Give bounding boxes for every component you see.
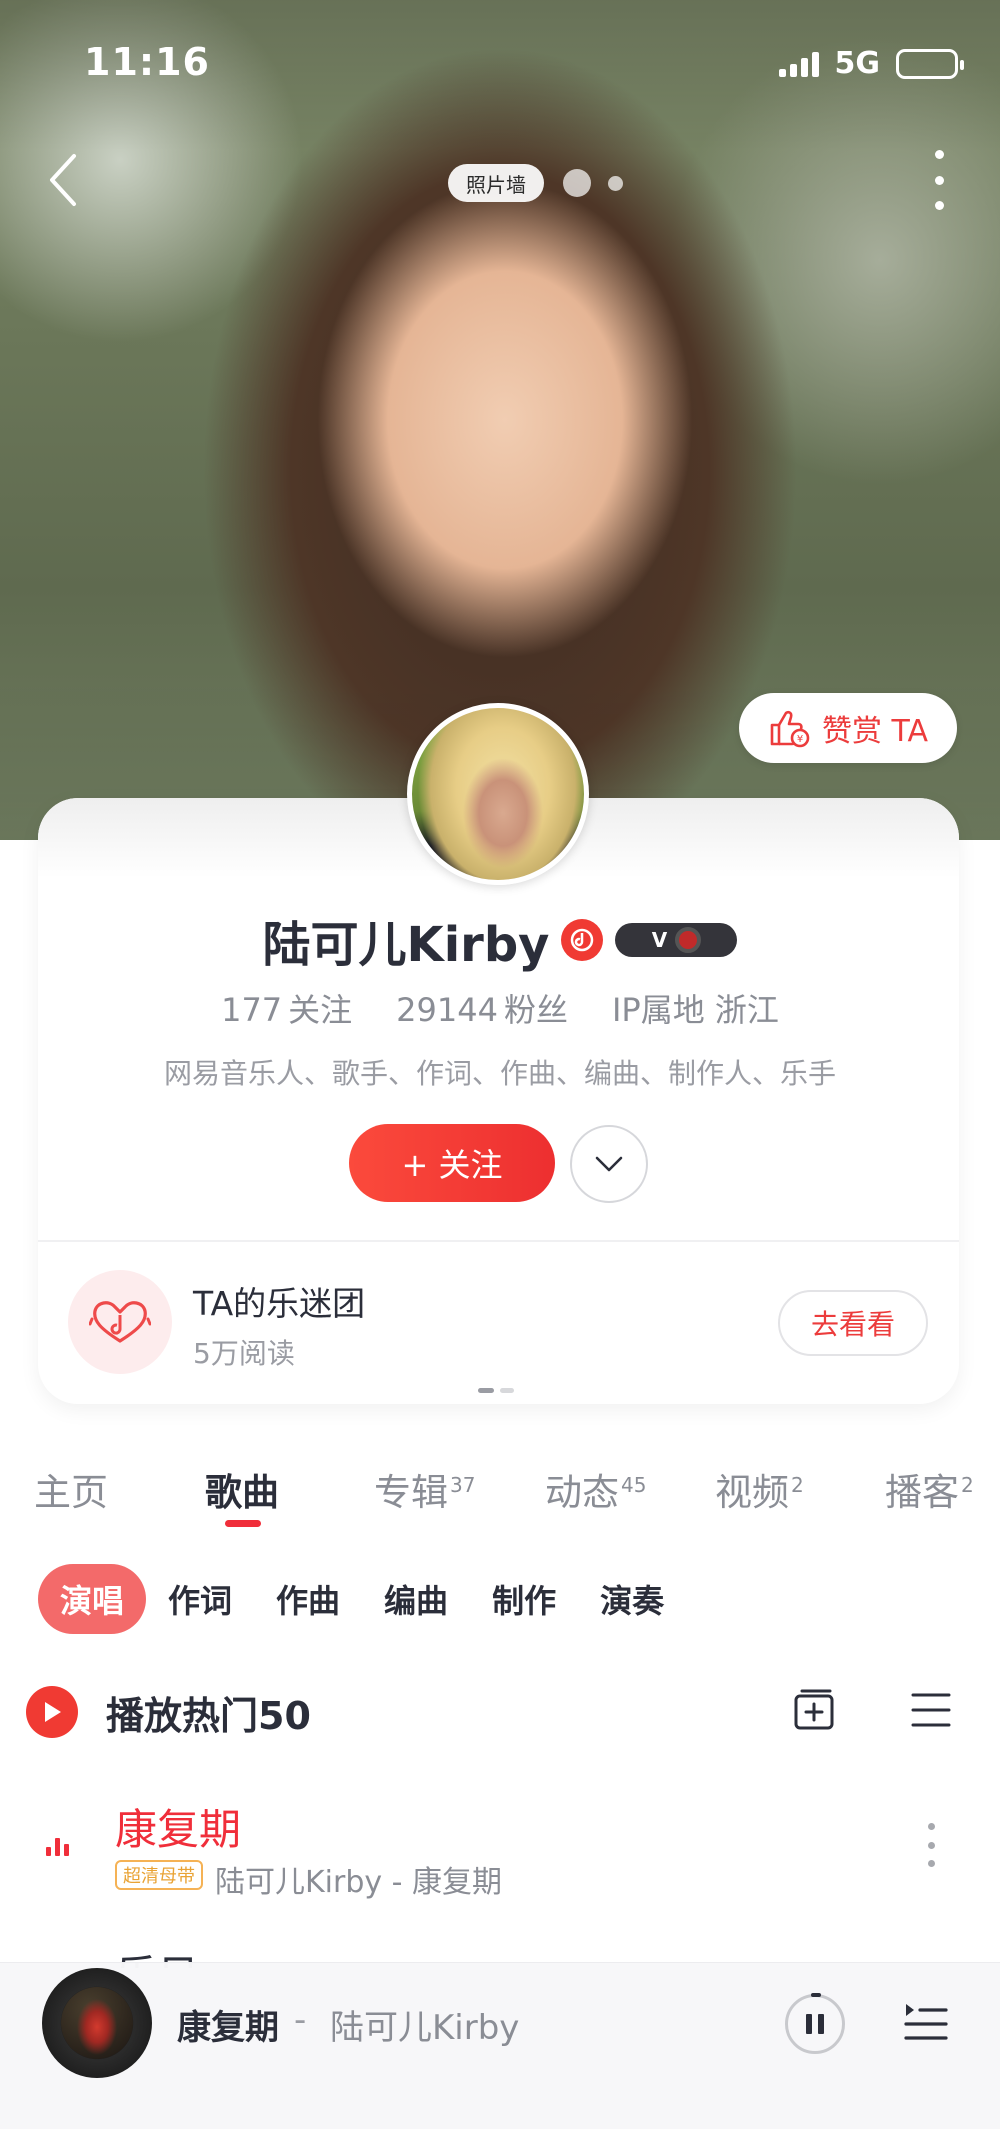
svg-text:¥: ¥ bbox=[797, 734, 803, 745]
chip-perform[interactable]: 演奏 bbox=[578, 1564, 686, 1634]
divider bbox=[38, 1240, 959, 1242]
song-more-button[interactable] bbox=[925, 1823, 937, 1867]
fan-group-reads: 5万阅读 bbox=[193, 1337, 295, 1370]
back-button[interactable] bbox=[40, 150, 90, 210]
player-artist: 陆可儿Kirby bbox=[330, 2008, 520, 2048]
vinyl-icon bbox=[675, 927, 702, 953]
play-icon bbox=[26, 1686, 78, 1738]
expand-button[interactable] bbox=[570, 1125, 648, 1203]
artist-bio: 网易音乐人、歌手、作词、作曲、编曲、制作人、乐手 bbox=[163, 1057, 836, 1090]
chip-produce[interactable]: 制作 bbox=[470, 1564, 578, 1634]
now-playing-cover[interactable] bbox=[42, 1968, 152, 2078]
stats-row: 177 关注 29144 粉丝 IP属地 浙江 bbox=[0, 985, 1000, 1031]
music-note-badge-icon[interactable] bbox=[561, 919, 604, 961]
network-label: 5G bbox=[834, 46, 881, 81]
active-tab-indicator bbox=[225, 1520, 261, 1527]
signal-icon bbox=[778, 51, 819, 77]
vertical-dots-icon bbox=[927, 1823, 935, 1830]
list-menu-icon[interactable] bbox=[910, 1690, 952, 1730]
ip-location: IP属地 浙江 bbox=[611, 991, 779, 1029]
player-song-title: 康复期 bbox=[177, 2008, 279, 2048]
photo-wall-button[interactable]: 照片墙 bbox=[448, 164, 544, 202]
reward-button[interactable]: ¥ 赞赏 TA bbox=[739, 693, 957, 763]
tab-songs[interactable]: 歌曲 bbox=[205, 1462, 281, 1516]
pause-button[interactable] bbox=[785, 1993, 845, 2054]
song-title[interactable]: 康复期 bbox=[115, 1796, 241, 1857]
fan-group-title[interactable]: TA的乐迷团 bbox=[193, 1277, 365, 1325]
reward-label: 赞赏 TA bbox=[821, 714, 929, 749]
play-hot-label: 播放热门50 bbox=[106, 1693, 311, 1738]
vip-level-badge[interactable]: V bbox=[615, 923, 738, 957]
status-indicators: 5G bbox=[778, 46, 964, 81]
chip-compose[interactable]: 作曲 bbox=[254, 1564, 362, 1634]
chip-lyrics[interactable]: 作词 bbox=[146, 1564, 254, 1634]
role-filter-chips: 演唱 作词 作曲 编曲 制作 演奏 bbox=[38, 1564, 686, 1634]
level-label: V bbox=[651, 928, 668, 952]
add-to-playlist-icon[interactable] bbox=[793, 1688, 837, 1732]
player-separator: - bbox=[294, 2000, 307, 2040]
carousel-dot bbox=[563, 169, 591, 197]
vertical-dots-icon bbox=[934, 150, 944, 159]
tab-videos[interactable]: 视频 2 bbox=[715, 1462, 804, 1516]
card-pager bbox=[478, 1388, 514, 1393]
thumbs-up-coin-icon: ¥ bbox=[770, 710, 810, 748]
followers-stat[interactable]: 29144 粉丝 bbox=[396, 985, 568, 1031]
tab-albums[interactable]: 专辑 37 bbox=[374, 1462, 475, 1516]
pause-icon bbox=[806, 2014, 812, 2034]
profile-tabs: 主页 歌曲 专辑 37 动态 45 视频 2 播客 2 bbox=[0, 1462, 1000, 1542]
song-meta: 陆可儿Kirby - 康复期 bbox=[215, 1865, 503, 1900]
avatar[interactable] bbox=[407, 703, 589, 885]
more-options-button[interactable] bbox=[924, 150, 954, 210]
carousel-dot bbox=[608, 176, 623, 191]
name-row: 陆可儿Kirby V bbox=[0, 905, 1000, 975]
quality-badge: 超清母带 bbox=[115, 1860, 203, 1890]
battery-icon bbox=[896, 48, 964, 79]
now-playing-icon bbox=[46, 1836, 69, 1856]
chevron-left-icon bbox=[50, 154, 76, 206]
heart-music-icon bbox=[68, 1270, 172, 1374]
following-stat[interactable]: 177 关注 bbox=[221, 985, 352, 1031]
chevron-down-icon bbox=[595, 1156, 623, 1172]
tab-moments[interactable]: 动态 45 bbox=[545, 1462, 646, 1516]
status-time: 11:16 bbox=[84, 40, 210, 84]
chip-sing[interactable]: 演唱 bbox=[38, 1564, 147, 1634]
tab-home[interactable]: 主页 bbox=[34, 1462, 110, 1516]
chip-arrange[interactable]: 编曲 bbox=[362, 1564, 470, 1634]
tab-podcasts[interactable]: 播客 2 bbox=[885, 1462, 974, 1516]
artist-name: 陆可儿Kirby bbox=[262, 917, 550, 973]
follow-button[interactable]: + 关注 bbox=[349, 1124, 555, 1202]
playlist-queue-icon[interactable] bbox=[902, 2000, 950, 2044]
go-see-button[interactable]: 去看看 bbox=[778, 1290, 928, 1356]
